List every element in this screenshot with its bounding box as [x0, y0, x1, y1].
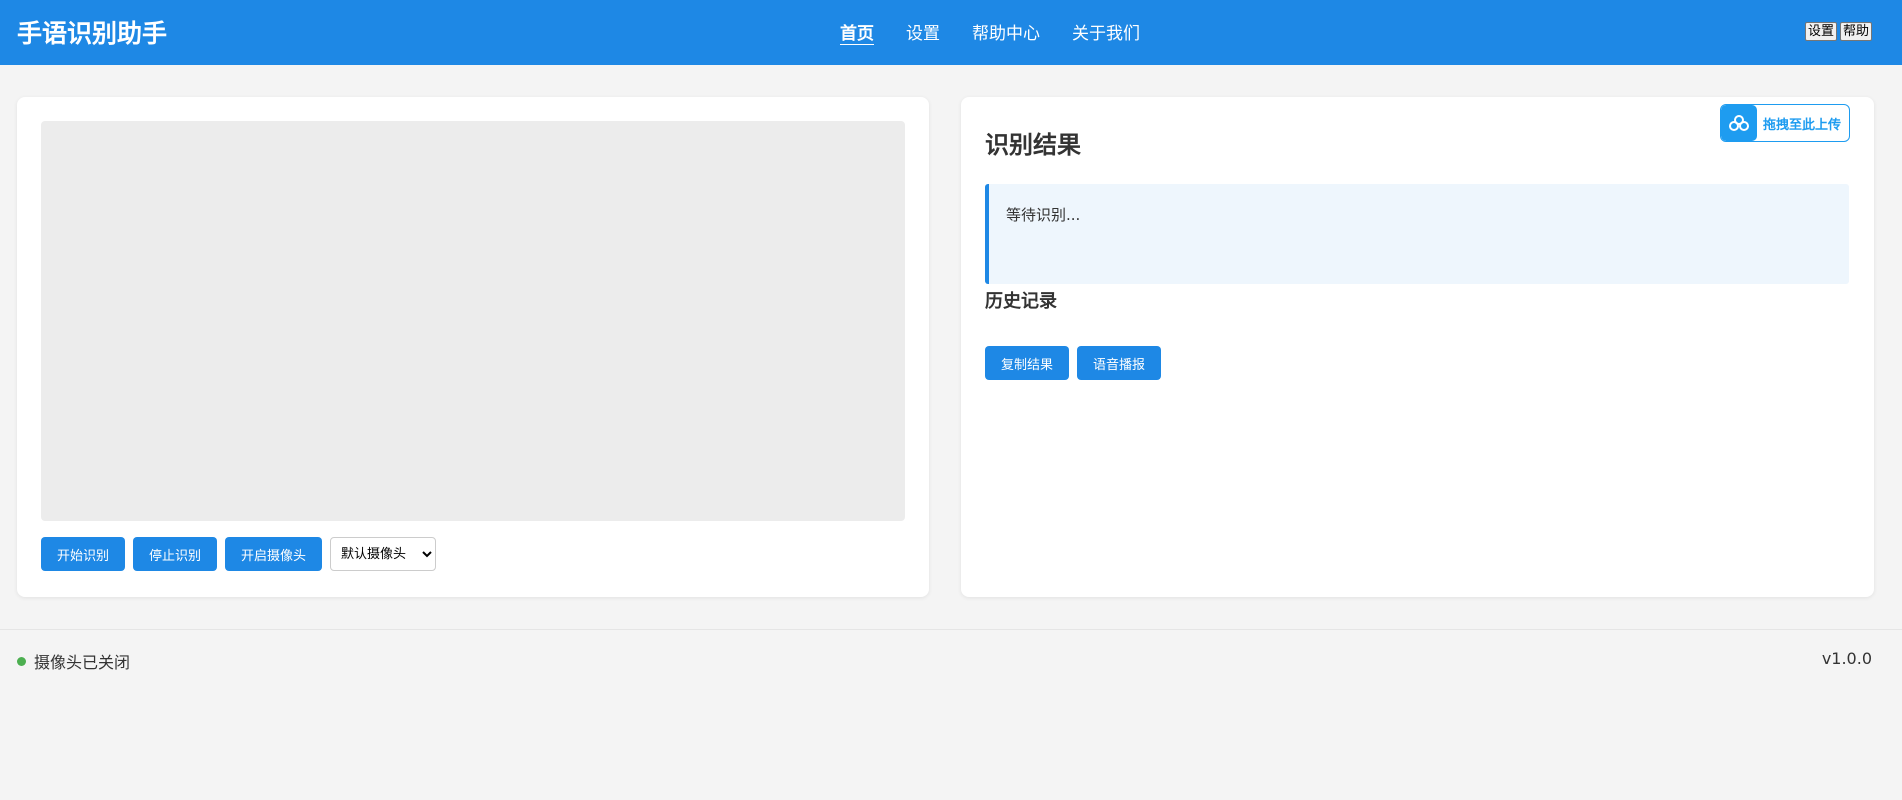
status-dot-icon: [17, 656, 26, 666]
nav-item-home[interactable]: 首页: [840, 19, 874, 44]
footer-divider: [0, 629, 1902, 630]
stop-recognition-button[interactable]: 停止识别: [133, 537, 218, 571]
camera-status: 摄像头已关闭: [17, 649, 130, 673]
open-camera-button[interactable]: 开启摄像头: [225, 537, 323, 571]
top-header: 手语识别助手 首页 设置 帮助中心 关于我们 设置 帮助: [0, 0, 1902, 65]
cloud-upload-icon: [1721, 105, 1757, 141]
history-title: 历史记录: [985, 291, 1057, 312]
start-recognition-button[interactable]: 开始识别: [41, 537, 126, 571]
camera-panel: 开始识别 停止识别 开启摄像头 默认摄像头: [17, 97, 929, 597]
camera-select[interactable]: 默认摄像头: [330, 537, 437, 571]
speak-result-button[interactable]: 语音播报: [1077, 346, 1162, 380]
video-preview: [41, 121, 905, 521]
result-box: 等待识别...: [985, 184, 1849, 284]
nav-item-settings[interactable]: 设置: [906, 19, 940, 44]
app-version: v1.0.0: [1821, 649, 1872, 668]
copy-result-button[interactable]: 复制结果: [985, 346, 1070, 380]
drag-upload-badge[interactable]: 拖拽至此上传: [1720, 104, 1850, 142]
header-buttons: 设置 帮助: [1804, 22, 1872, 41]
upload-badge-label: 拖拽至此上传: [1763, 117, 1842, 133]
main-nav: 首页 设置 帮助中心 关于我们: [840, 19, 1140, 44]
nav-item-help-center[interactable]: 帮助中心: [972, 19, 1040, 44]
result-panel: 拖拽至此上传 识别结果 等待识别... 历史记录 复制结果 语音播报: [961, 97, 1874, 597]
header-help-button[interactable]: 帮助: [1839, 22, 1872, 41]
camera-controls: 开始识别 停止识别 开启摄像头 默认摄像头: [41, 537, 437, 571]
result-actions: 复制结果 语音播报: [985, 346, 1162, 380]
camera-status-text: 摄像头已关闭: [34, 653, 131, 672]
nav-item-about[interactable]: 关于我们: [1072, 19, 1140, 44]
result-text: 等待识别...: [1006, 206, 1081, 224]
header-settings-button[interactable]: 设置: [1804, 22, 1837, 41]
app-title: 手语识别助手: [17, 19, 168, 48]
result-title: 识别结果: [985, 131, 1081, 159]
